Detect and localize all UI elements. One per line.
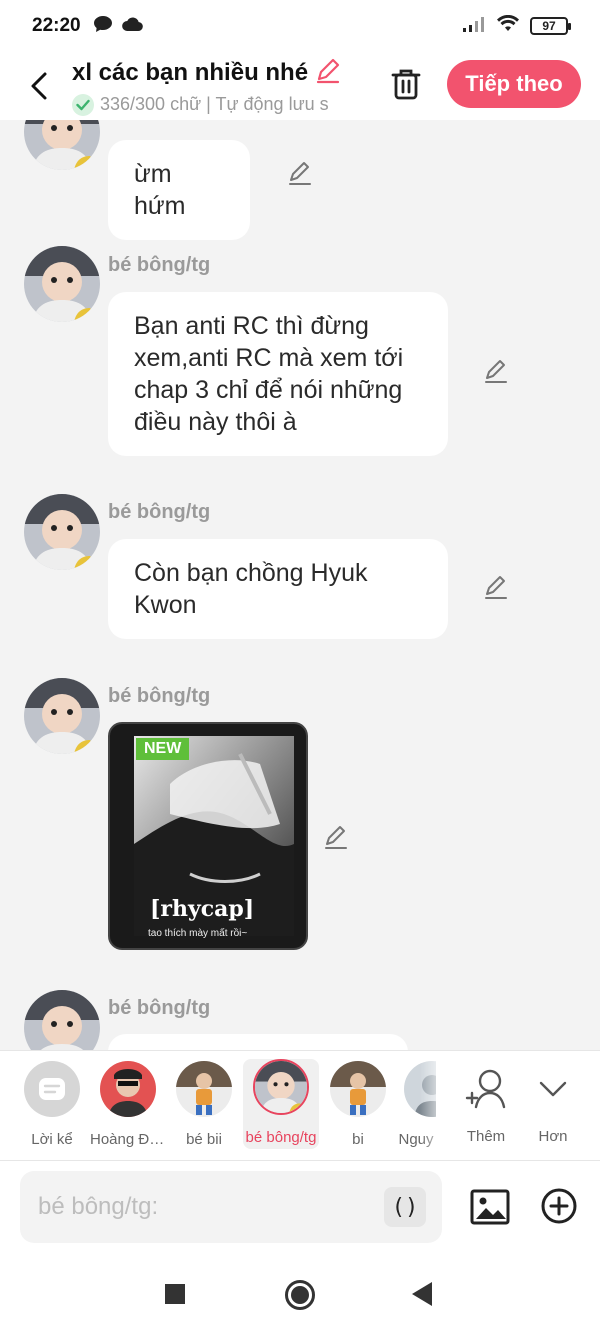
input-placeholder: bé bông/tg: [38, 1193, 159, 1220]
character-be-bii[interactable]: bé bii [166, 1061, 242, 1148]
avatar [253, 1059, 309, 1115]
next-button[interactable]: Tiếp theo [447, 60, 581, 108]
status-time: 22:20 [32, 15, 81, 36]
add-character-label: Thêm [466, 1128, 506, 1145]
edit-message-icon[interactable] [482, 358, 510, 386]
image-caption: tao thích mày mất rồi~ [148, 928, 248, 939]
avatar[interactable] [24, 246, 100, 322]
chat-area: ừm hứm bé bông/tg Bạn anti RC thì đừng x… [0, 120, 600, 1050]
insert-image-icon[interactable] [470, 1187, 510, 1227]
character-narrator[interactable]: Lời kể [14, 1061, 90, 1148]
sender-name: bé bông/tg [108, 685, 211, 707]
home-icon[interactable] [285, 1280, 315, 1310]
chat-notification-icon [93, 15, 113, 38]
input-bar: bé bông/tg: () [0, 1160, 600, 1252]
wifi-icon [496, 14, 520, 38]
signal-icon [462, 15, 486, 38]
battery-indicator: 97 [530, 17, 571, 35]
chevron-left-icon [31, 72, 47, 100]
message-bubble[interactable] [108, 1034, 408, 1050]
scroll-fade [420, 1051, 450, 1161]
add-character-button[interactable]: Thêm [448, 1061, 524, 1145]
add-person-icon [465, 1069, 506, 1109]
character-be-bong[interactable]: bé bông/tg [243, 1059, 319, 1149]
image-title: [rhycap] [150, 896, 255, 922]
back-button[interactable] [20, 66, 60, 106]
sender-name: bé bông/tg [108, 254, 211, 276]
cloud-icon [121, 16, 143, 37]
sender-name: bé bông/tg [108, 997, 211, 1019]
narrator-icon [24, 1061, 80, 1117]
avatar [100, 1061, 156, 1117]
message-bubble[interactable]: Còn bạn chồng Hyuk Kwon [108, 539, 448, 639]
editor-header: xl các bạn nhiều nhé 336/300 chữ | Tự độ… [0, 52, 600, 120]
character-label: bé bông/tg [245, 1129, 317, 1146]
edit-title-icon[interactable] [314, 57, 342, 90]
system-nav-bar [0, 1252, 600, 1333]
recents-icon[interactable] [165, 1284, 185, 1304]
trash-icon [391, 69, 421, 100]
character-label: Hoàng Đứ... [90, 1131, 166, 1148]
chevron-down-icon [539, 1081, 567, 1097]
back-triangle-icon[interactable] [412, 1282, 432, 1306]
story-title[interactable]: xl các bạn nhiều nhé [72, 59, 308, 87]
message-bubble[interactable]: Bạn anti RC thì đừng xem,anti RC mà xem … [108, 292, 448, 456]
parentheses-button[interactable]: () [384, 1187, 426, 1227]
delete-button[interactable] [386, 64, 426, 104]
character-label: Lời kể [31, 1131, 73, 1148]
avatar[interactable] [24, 990, 100, 1050]
edit-message-icon[interactable] [482, 574, 510, 602]
avatar [176, 1061, 232, 1117]
image-message[interactable]: NEW [rhycap] tao thích mày mất rồi~ [108, 722, 308, 950]
add-circle-icon[interactable] [540, 1187, 578, 1225]
character-label: bi [352, 1131, 364, 1148]
edit-message-icon[interactable] [322, 824, 350, 852]
message-bubble[interactable]: ừm hứm [108, 140, 250, 240]
avatar[interactable] [24, 678, 100, 754]
new-badge: NEW [136, 738, 190, 760]
sender-name: bé bông/tg [108, 501, 211, 523]
expand-label: Hơn [538, 1128, 568, 1145]
message-input[interactable]: bé bông/tg: () [20, 1171, 442, 1243]
edit-message-icon[interactable] [286, 160, 314, 188]
word-count-status: 336/300 chữ | Tự động lưu s [100, 94, 329, 114]
saved-check-icon [72, 93, 94, 116]
avatar [330, 1061, 386, 1117]
character-label: bé bii [186, 1131, 222, 1148]
status-bar: 22:20 97 [0, 0, 600, 52]
character-selector: Lời kể Hoàng Đứ... bé bii bé bông/tg bi … [0, 1050, 600, 1161]
avatar[interactable] [24, 494, 100, 570]
avatar[interactable] [24, 120, 100, 170]
character-bi[interactable]: bi [320, 1061, 396, 1148]
expand-characters-button[interactable]: Hơn [515, 1061, 591, 1145]
character-hoang[interactable]: Hoàng Đứ... [90, 1061, 166, 1148]
